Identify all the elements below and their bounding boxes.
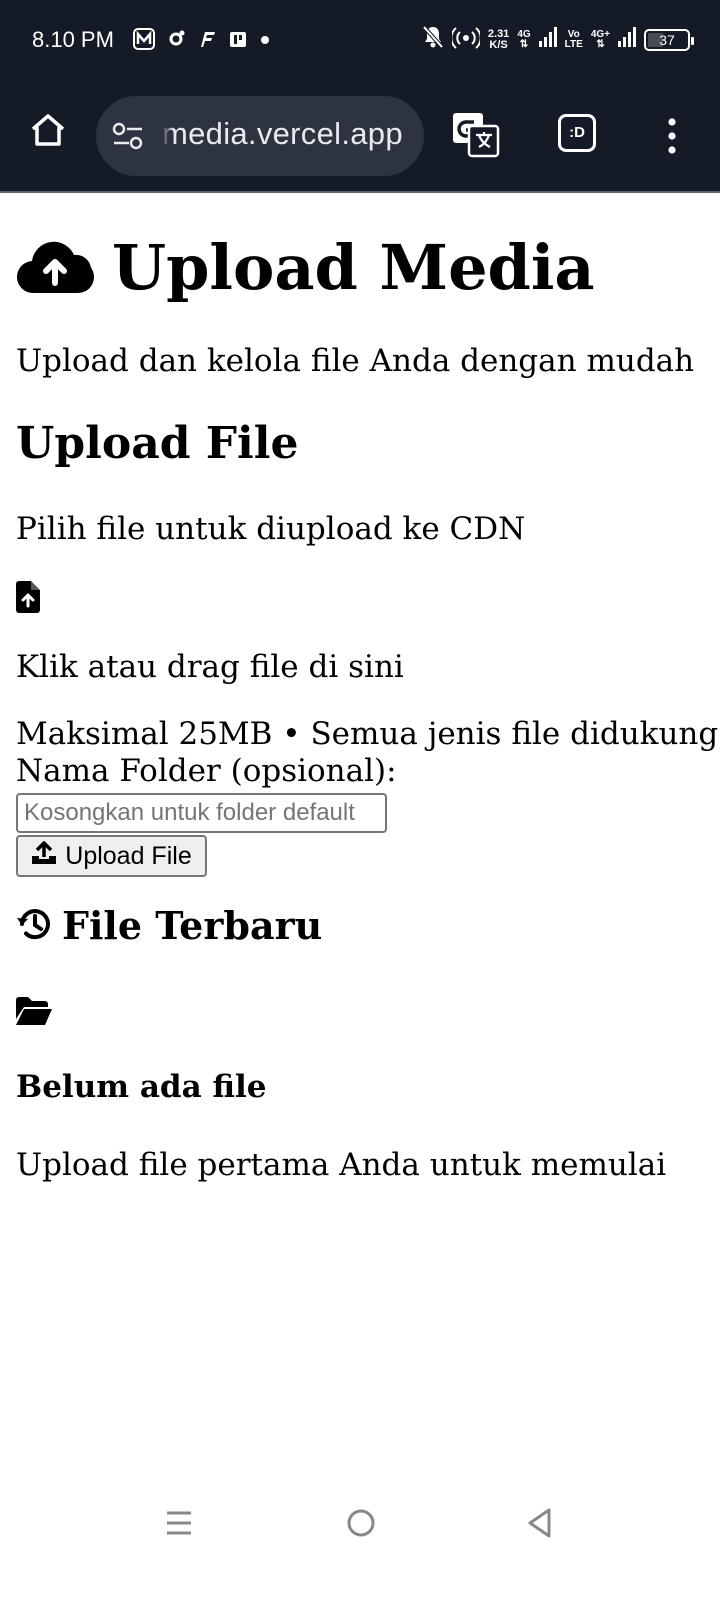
- upload-icon: [31, 840, 57, 872]
- folder-name-label: Nama Folder (opsional):: [16, 753, 397, 789]
- battery-indicator: 37: [644, 28, 694, 51]
- upload-file-button[interactable]: Upload File: [16, 835, 207, 877]
- nav-home-icon[interactable]: [344, 1506, 378, 1540]
- more-notifications-dot-icon: [259, 29, 271, 49]
- file-limit-text: Maksimal 25MB • Semua jenis file didukun…: [16, 716, 719, 752]
- page-title-text: Upload Media: [112, 231, 595, 304]
- signal-bars-icon: [538, 27, 557, 52]
- network-type-2: 4G+ ⇅: [590, 28, 610, 50]
- url-text: media.vercel.app: [162, 116, 403, 156]
- f-app-icon: [197, 29, 217, 49]
- system-and-browser-header: 8.10 PM 2.31 K/S 4G ⇅ Vo LTE 4G+ ⇅ 37 me…: [0, 0, 720, 193]
- recent-files-heading-text: File Terbaru: [62, 903, 323, 948]
- translate-icon[interactable]: [452, 112, 500, 158]
- recent-files-heading: File Terbaru: [16, 903, 322, 948]
- empty-state-title: Belum ada file: [16, 1069, 267, 1105]
- system-nav-bar: [0, 1486, 720, 1562]
- volte-indicator: Vo LTE: [564, 28, 583, 50]
- empty-state-description: Upload file pertama Anda untuk memulai: [16, 1147, 667, 1183]
- cloud-upload-icon: [16, 237, 94, 299]
- browser-toolbar: media.vercel.app :D: [0, 80, 720, 192]
- toolbar-divider: [0, 191, 720, 193]
- p-app-icon: [228, 29, 248, 49]
- upload-button-label: Upload File: [65, 841, 192, 870]
- tab-switcher-button[interactable]: :D: [558, 114, 596, 152]
- status-right-icons: 2.31 K/S 4G ⇅ Vo LTE 4G+ ⇅ 37: [422, 25, 694, 54]
- more-options-icon[interactable]: [662, 116, 682, 156]
- home-button[interactable]: [28, 110, 68, 150]
- upload-section-heading: Upload File: [16, 418, 299, 469]
- folder-name-input[interactable]: [16, 793, 387, 833]
- m-app-icon: [133, 28, 155, 50]
- page-title: Upload Media: [16, 233, 595, 303]
- hotspot-icon: [450, 25, 482, 54]
- gear-app-icon: [166, 29, 186, 49]
- address-bar[interactable]: media.vercel.app: [96, 96, 424, 176]
- notification-icons: [133, 28, 271, 50]
- page-subtitle: Upload dan kelola file Anda dengan mudah: [16, 343, 695, 379]
- drop-zone-text[interactable]: Klik atau drag file di sini: [16, 649, 404, 685]
- status-bar: 8.10 PM 2.31 K/S 4G ⇅ Vo LTE 4G+ ⇅ 37: [0, 0, 720, 80]
- status-time: 8.10 PM: [32, 27, 114, 52]
- network-type-1: 4G ⇅: [517, 28, 531, 50]
- signal-bars-2-icon: [618, 27, 636, 52]
- history-icon: [16, 905, 54, 947]
- folder-open-icon: [16, 997, 52, 1025]
- upload-section-description: Pilih file untuk diupload ke CDN: [16, 511, 526, 547]
- network-speed: 2.31 K/S: [487, 27, 510, 51]
- nav-back-icon[interactable]: [525, 1506, 555, 1540]
- recent-apps-icon[interactable]: [164, 1508, 194, 1538]
- file-upload-icon[interactable]: [16, 581, 40, 613]
- mute-bell-icon: [422, 25, 444, 54]
- site-settings-icon[interactable]: [112, 122, 144, 150]
